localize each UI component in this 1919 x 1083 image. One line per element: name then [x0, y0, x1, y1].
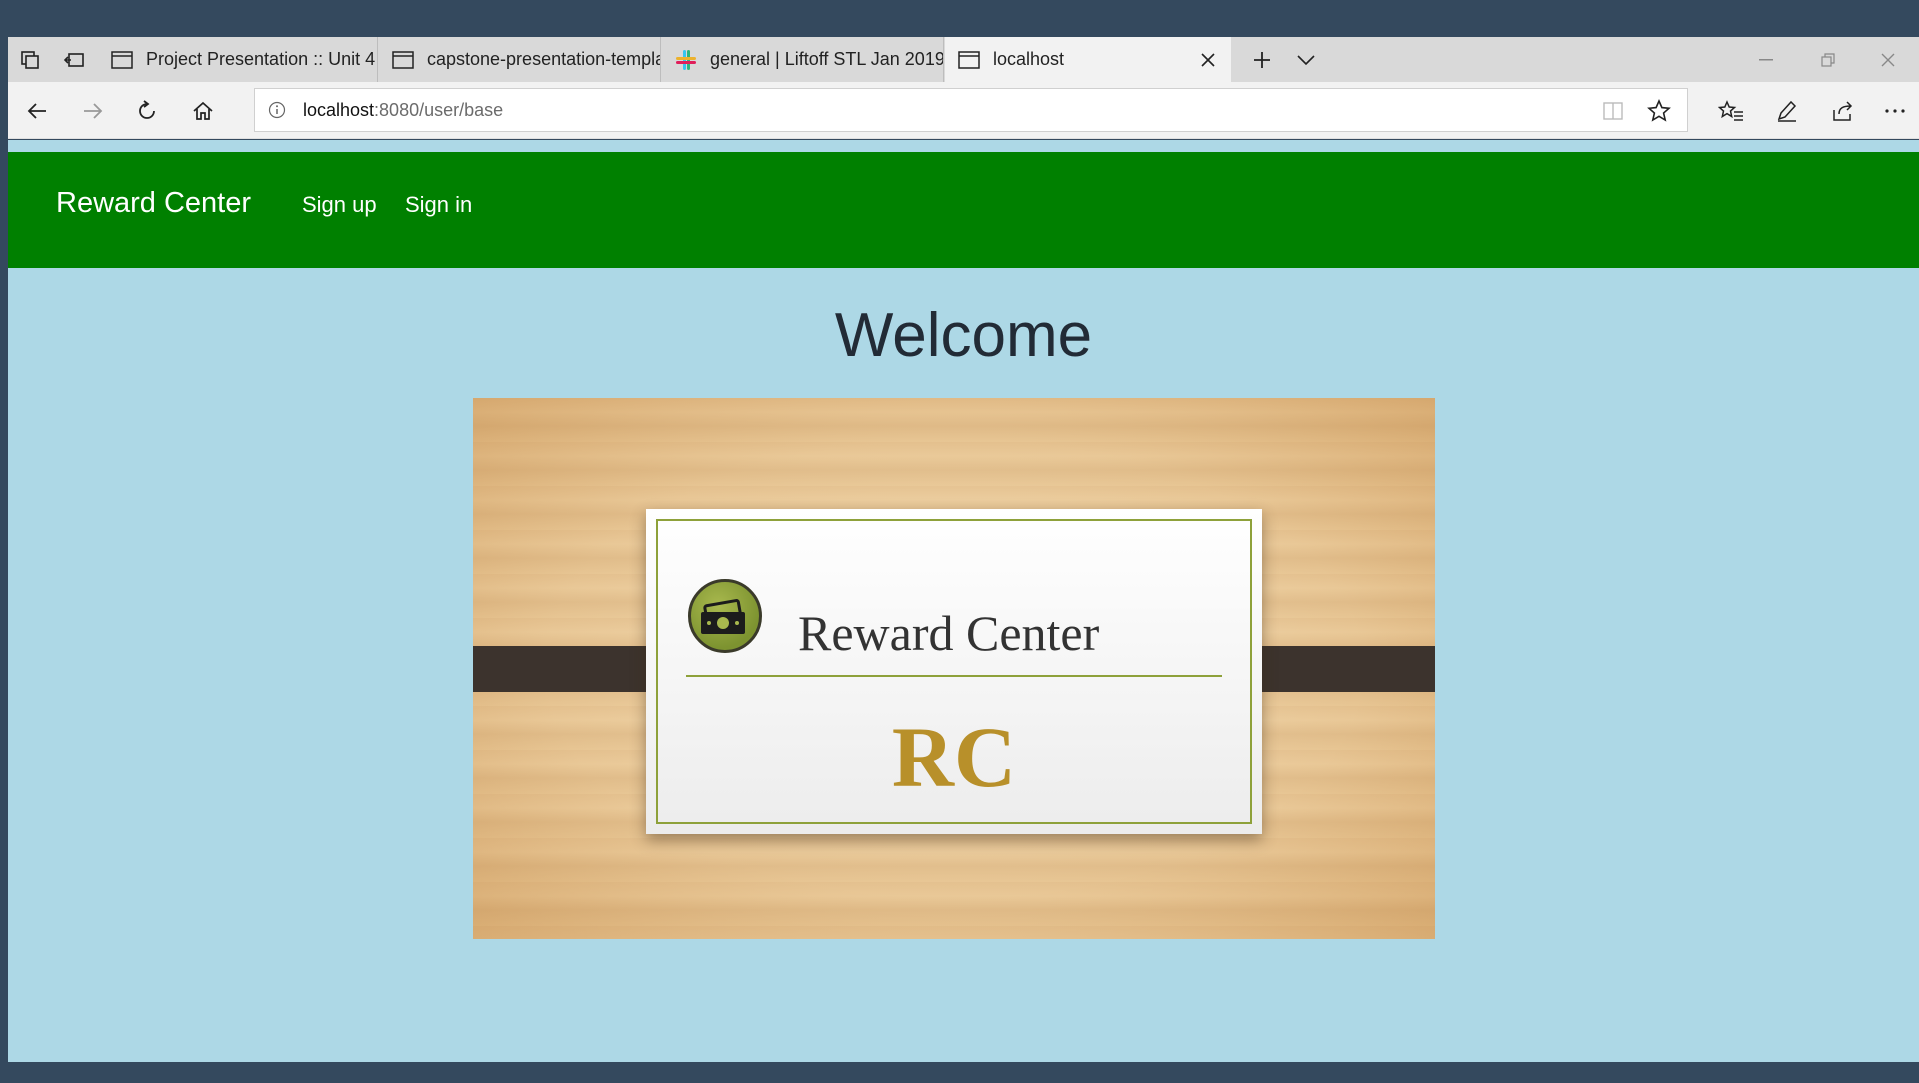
url-host: localhost	[303, 99, 375, 120]
page-title: Welcome	[834, 301, 1093, 370]
tab-label: general | Liftoff STL Jan 2019	[710, 49, 943, 69]
sign-up-link[interactable]: Sign up	[302, 192, 377, 218]
star-icon[interactable]	[1637, 89, 1681, 133]
home-icon[interactable]	[178, 82, 228, 139]
site-header: Reward Center Sign up Sign in	[8, 152, 1919, 268]
more-options-icon[interactable]	[1870, 82, 1919, 139]
forward-icon[interactable]	[68, 82, 118, 139]
tab-label: localhost	[993, 49, 1065, 69]
strap-right	[1241, 646, 1435, 692]
close-tab-icon[interactable]	[1195, 47, 1221, 73]
minimize-icon[interactable]	[1735, 37, 1797, 82]
page-viewport: Reward Center Sign up Sign in Welcome Re…	[8, 140, 1919, 1062]
address-bar[interactable]: localhost:8080/user/base	[254, 88, 1688, 132]
page-icon	[391, 48, 415, 72]
share-icon[interactable]	[1818, 82, 1868, 139]
favorites-icon[interactable]	[1706, 82, 1756, 139]
tab-actions-icon[interactable]	[8, 37, 52, 82]
refresh-icon[interactable]	[122, 82, 172, 139]
sign-in-link[interactable]: Sign in	[405, 192, 472, 218]
tab-capstone-presentation[interactable]: capstone-presentation-template	[379, 37, 661, 82]
browser-window: Project Presentation :: Unit 4 capstone-…	[0, 0, 1919, 1083]
navigation-bar: localhost:8080/user/base	[8, 82, 1919, 139]
restore-icon[interactable]	[1797, 37, 1859, 82]
banner-image: Reward Center RC	[473, 398, 1435, 939]
strap-left	[473, 646, 667, 692]
tab-label: capstone-presentation-template	[427, 49, 660, 69]
brand-link[interactable]: Reward Center	[56, 187, 251, 220]
page-icon	[957, 48, 981, 72]
banner-divider	[686, 675, 1222, 677]
url-text: localhost:8080/user/base	[303, 100, 503, 121]
banner-card: Reward Center RC	[646, 509, 1262, 834]
tab-label: Project Presentation :: Unit 4	[146, 49, 376, 69]
banner-title: Reward Center	[798, 605, 1100, 661]
tab-strip: Project Presentation :: Unit 4 capstone-…	[8, 37, 1919, 82]
chevron-down-icon[interactable]	[1284, 37, 1328, 82]
site-info-icon[interactable]	[255, 88, 299, 132]
tab-localhost[interactable]: localhost	[945, 37, 1231, 82]
back-icon[interactable]	[12, 82, 62, 139]
tab-slack-general[interactable]: general | Liftoff STL Jan 2019	[662, 37, 944, 82]
slack-icon	[674, 48, 698, 72]
banner-initials: RC	[891, 709, 1017, 805]
money-icon	[688, 579, 762, 653]
page-icon	[110, 48, 134, 72]
reading-view-icon[interactable]	[1591, 89, 1635, 133]
title-bar	[0, 0, 1919, 37]
bottom-frame	[0, 1062, 1919, 1083]
close-window-icon[interactable]	[1857, 37, 1919, 82]
new-tab-icon[interactable]	[1240, 37, 1284, 82]
set-tabs-aside-icon[interactable]	[52, 37, 96, 82]
pen-icon[interactable]	[1762, 82, 1812, 139]
url-path: :8080/user/base	[374, 99, 504, 120]
tab-project-presentation[interactable]: Project Presentation :: Unit 4	[98, 37, 378, 82]
